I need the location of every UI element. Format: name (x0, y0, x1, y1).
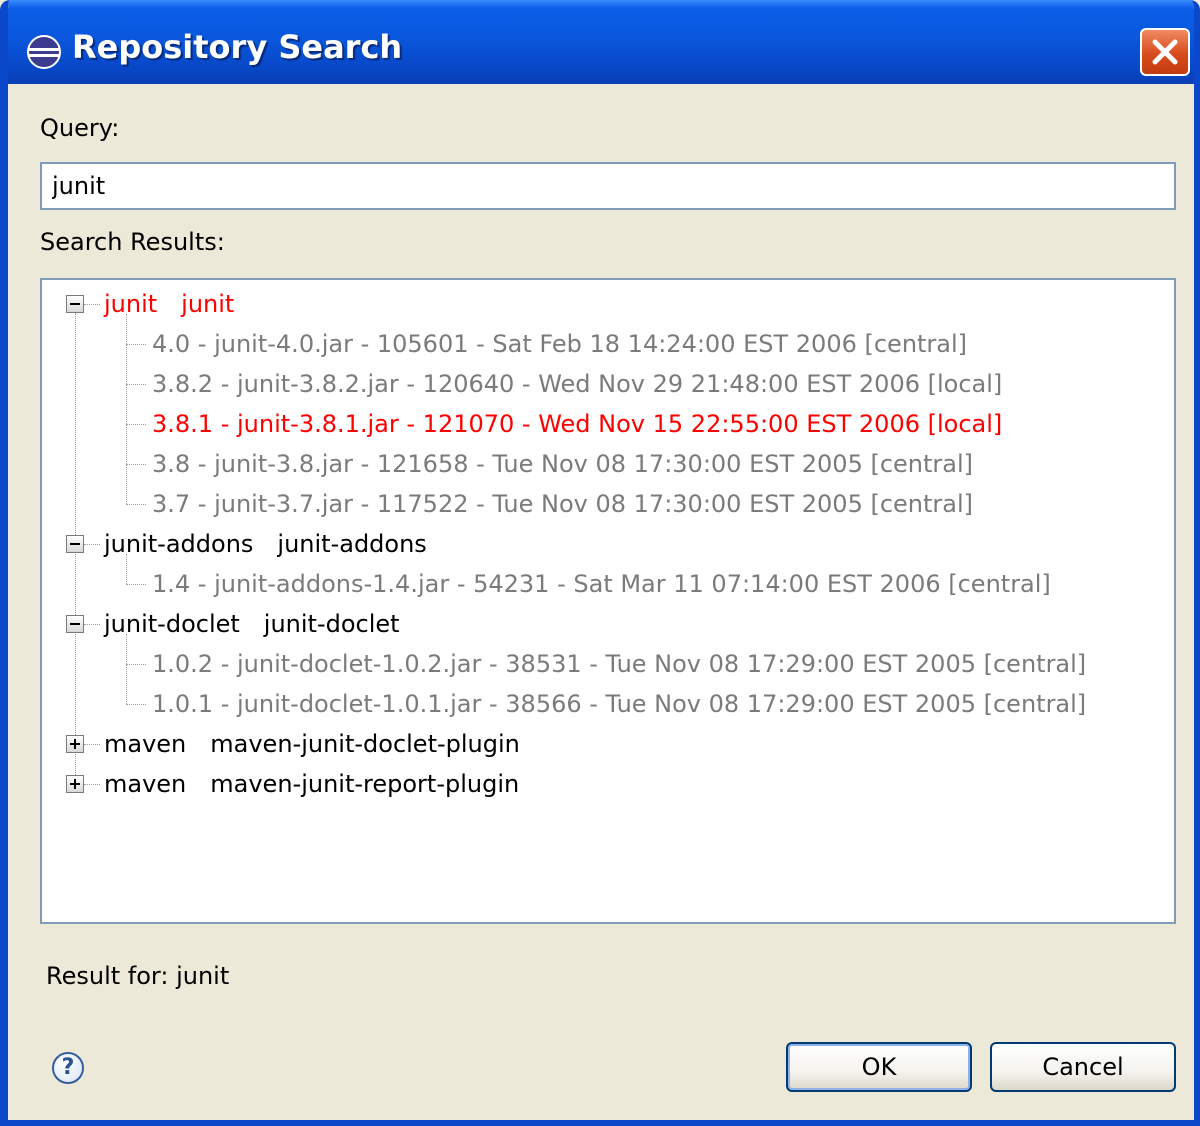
tree-connector (126, 314, 127, 504)
tree-group-row[interactable]: junit junit (104, 284, 234, 324)
artifact-id: maven-junit-doclet-plugin (210, 730, 520, 758)
minus-icon (70, 303, 80, 305)
title-bar[interactable]: Repository Search (8, 0, 1194, 84)
tree-connector (126, 464, 146, 465)
query-input[interactable] (40, 162, 1176, 210)
minus-icon (70, 623, 80, 625)
tree-connector (126, 504, 146, 505)
ok-button[interactable]: OK (786, 1042, 972, 1092)
tree-version-row[interactable]: 3.8 - junit-3.8.jar - 121658 - Tue Nov 0… (152, 444, 973, 484)
tree-version-row[interactable]: 1.0.2 - junit-doclet-1.0.2.jar - 38531 -… (152, 644, 1086, 684)
collapse-toggle[interactable] (66, 615, 84, 633)
tree-connector (126, 554, 127, 584)
query-label: Query: (40, 114, 120, 142)
tree-connector (126, 664, 146, 665)
artifact-id: maven-junit-report-plugin (210, 770, 520, 798)
plus-icon (74, 779, 76, 789)
artifact-id: junit (181, 290, 235, 318)
group-id: maven (104, 770, 187, 798)
tree-connector (126, 634, 127, 704)
repository-search-dialog: Repository Search Query: Search Results:… (0, 0, 1200, 1126)
tree-connector (126, 704, 146, 705)
expand-toggle[interactable] (66, 775, 84, 793)
tree-content: junit junit 4.0 - junit-4.0.jar - 105601 -… (42, 280, 1174, 922)
tree-connector (84, 744, 100, 745)
collapse-toggle[interactable] (66, 535, 84, 553)
tree-connector (84, 624, 100, 625)
search-results-label: Search Results: (40, 228, 225, 256)
expand-toggle[interactable] (66, 735, 84, 753)
help-icon[interactable]: ? (52, 1052, 84, 1084)
artifact-id: junit-doclet (263, 610, 400, 638)
group-id: maven (104, 730, 187, 758)
window-title: Repository Search (72, 28, 403, 66)
cancel-button[interactable]: Cancel (990, 1042, 1176, 1092)
tree-version-row[interactable]: 4.0 - junit-4.0.jar - 105601 - Sat Feb 1… (152, 324, 967, 364)
minus-icon (70, 543, 80, 545)
tree-connector (126, 344, 146, 345)
group-id: junit-doclet (104, 610, 240, 638)
tree-group-row[interactable]: junit-addons junit-addons (104, 524, 427, 564)
tree-connector (126, 424, 146, 425)
tree-version-row[interactable]: 1.4 - junit-addons-1.4.jar - 54231 - Sat… (152, 564, 1051, 604)
close-icon (1152, 39, 1178, 65)
dialog-body: Query: Search Results: junit junit 4.0 - j… (8, 84, 1194, 1120)
status-text: Result for: junit (46, 962, 230, 990)
tree-group-row[interactable]: maven maven-junit-report-plugin (104, 764, 519, 804)
tree-connector (84, 544, 100, 545)
tree-connector (126, 384, 146, 385)
tree-group-row[interactable]: maven maven-junit-doclet-plugin (104, 724, 520, 764)
close-button[interactable] (1140, 28, 1190, 76)
collapse-toggle[interactable] (66, 295, 84, 313)
tree-connector (84, 304, 100, 305)
tree-connector (126, 584, 146, 585)
tree-version-row[interactable]: 1.0.1 - junit-doclet-1.0.1.jar - 38566 -… (152, 684, 1086, 724)
tree-version-row[interactable]: 3.8.2 - junit-3.8.2.jar - 120640 - Wed N… (152, 364, 1002, 404)
tree-group-row[interactable]: junit-doclet junit-doclet (104, 604, 400, 644)
artifact-id: junit-addons (277, 530, 427, 558)
eclipse-icon (27, 35, 61, 69)
tree-version-row[interactable]: 3.7 - junit-3.7.jar - 117522 - Tue Nov 0… (152, 484, 973, 524)
tree-version-row[interactable]: 3.8.1 - junit-3.8.1.jar - 121070 - Wed N… (152, 404, 1002, 444)
search-results-tree[interactable]: junit junit 4.0 - junit-4.0.jar - 105601 -… (40, 278, 1176, 924)
tree-connector (84, 784, 100, 785)
group-id: junit (104, 290, 158, 318)
plus-icon (74, 739, 76, 749)
